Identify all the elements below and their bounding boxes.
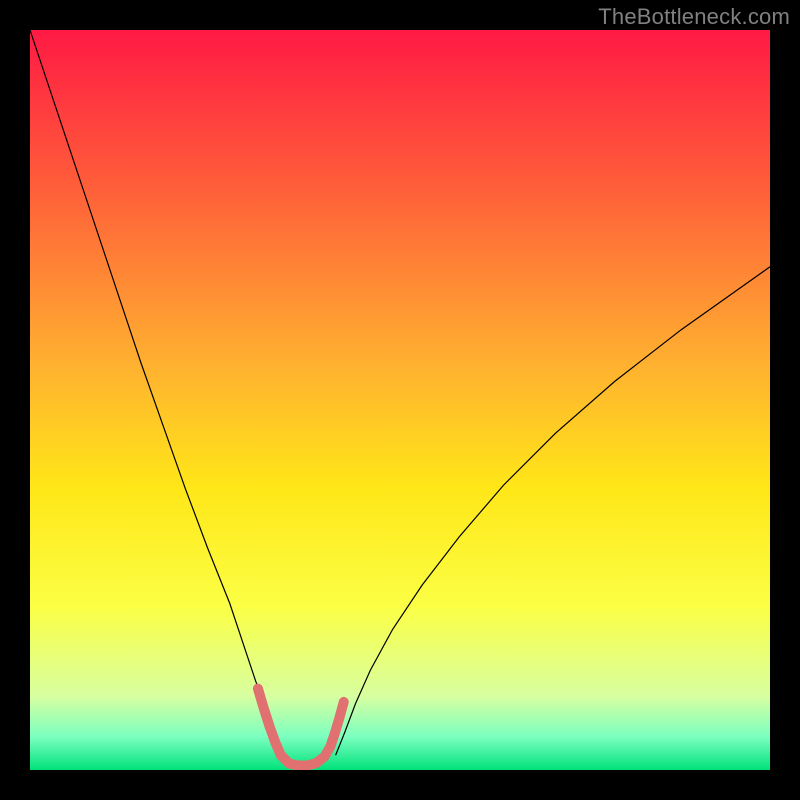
chart-frame: TheBottleneck.com	[0, 0, 800, 800]
plot-background	[30, 30, 770, 770]
watermark-text: TheBottleneck.com	[598, 4, 790, 30]
bottleneck-chart	[30, 30, 770, 770]
